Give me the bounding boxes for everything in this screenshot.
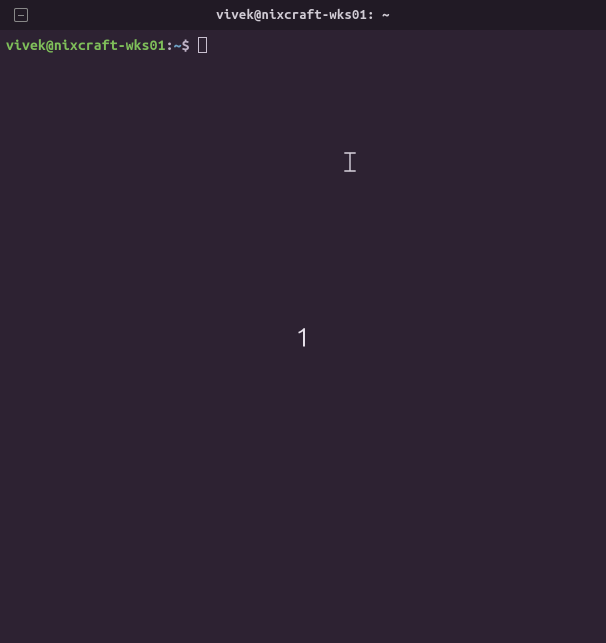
terminal-body[interactable]: vivek@nixcraft-wks01 : ~ $ 1 — [0, 30, 606, 643]
prompt-line: vivek@nixcraft-wks01 : ~ $ — [6, 36, 600, 54]
terminal-icon — [14, 8, 28, 22]
overlay-number: 1 — [296, 322, 311, 351]
prompt-user-host: vivek@nixcraft-wks01 — [6, 36, 166, 54]
window-title: vivek@nixcraft-wks01: ~ — [216, 8, 389, 22]
prompt-colon: : — [166, 36, 174, 54]
text-cursor-icon — [198, 37, 207, 53]
prompt-path: ~ — [174, 36, 182, 54]
prompt-sigil: $ — [182, 36, 190, 54]
window-titlebar: vivek@nixcraft-wks01: ~ — [0, 0, 606, 30]
mouse-ibeam-cursor-icon — [344, 152, 356, 172]
